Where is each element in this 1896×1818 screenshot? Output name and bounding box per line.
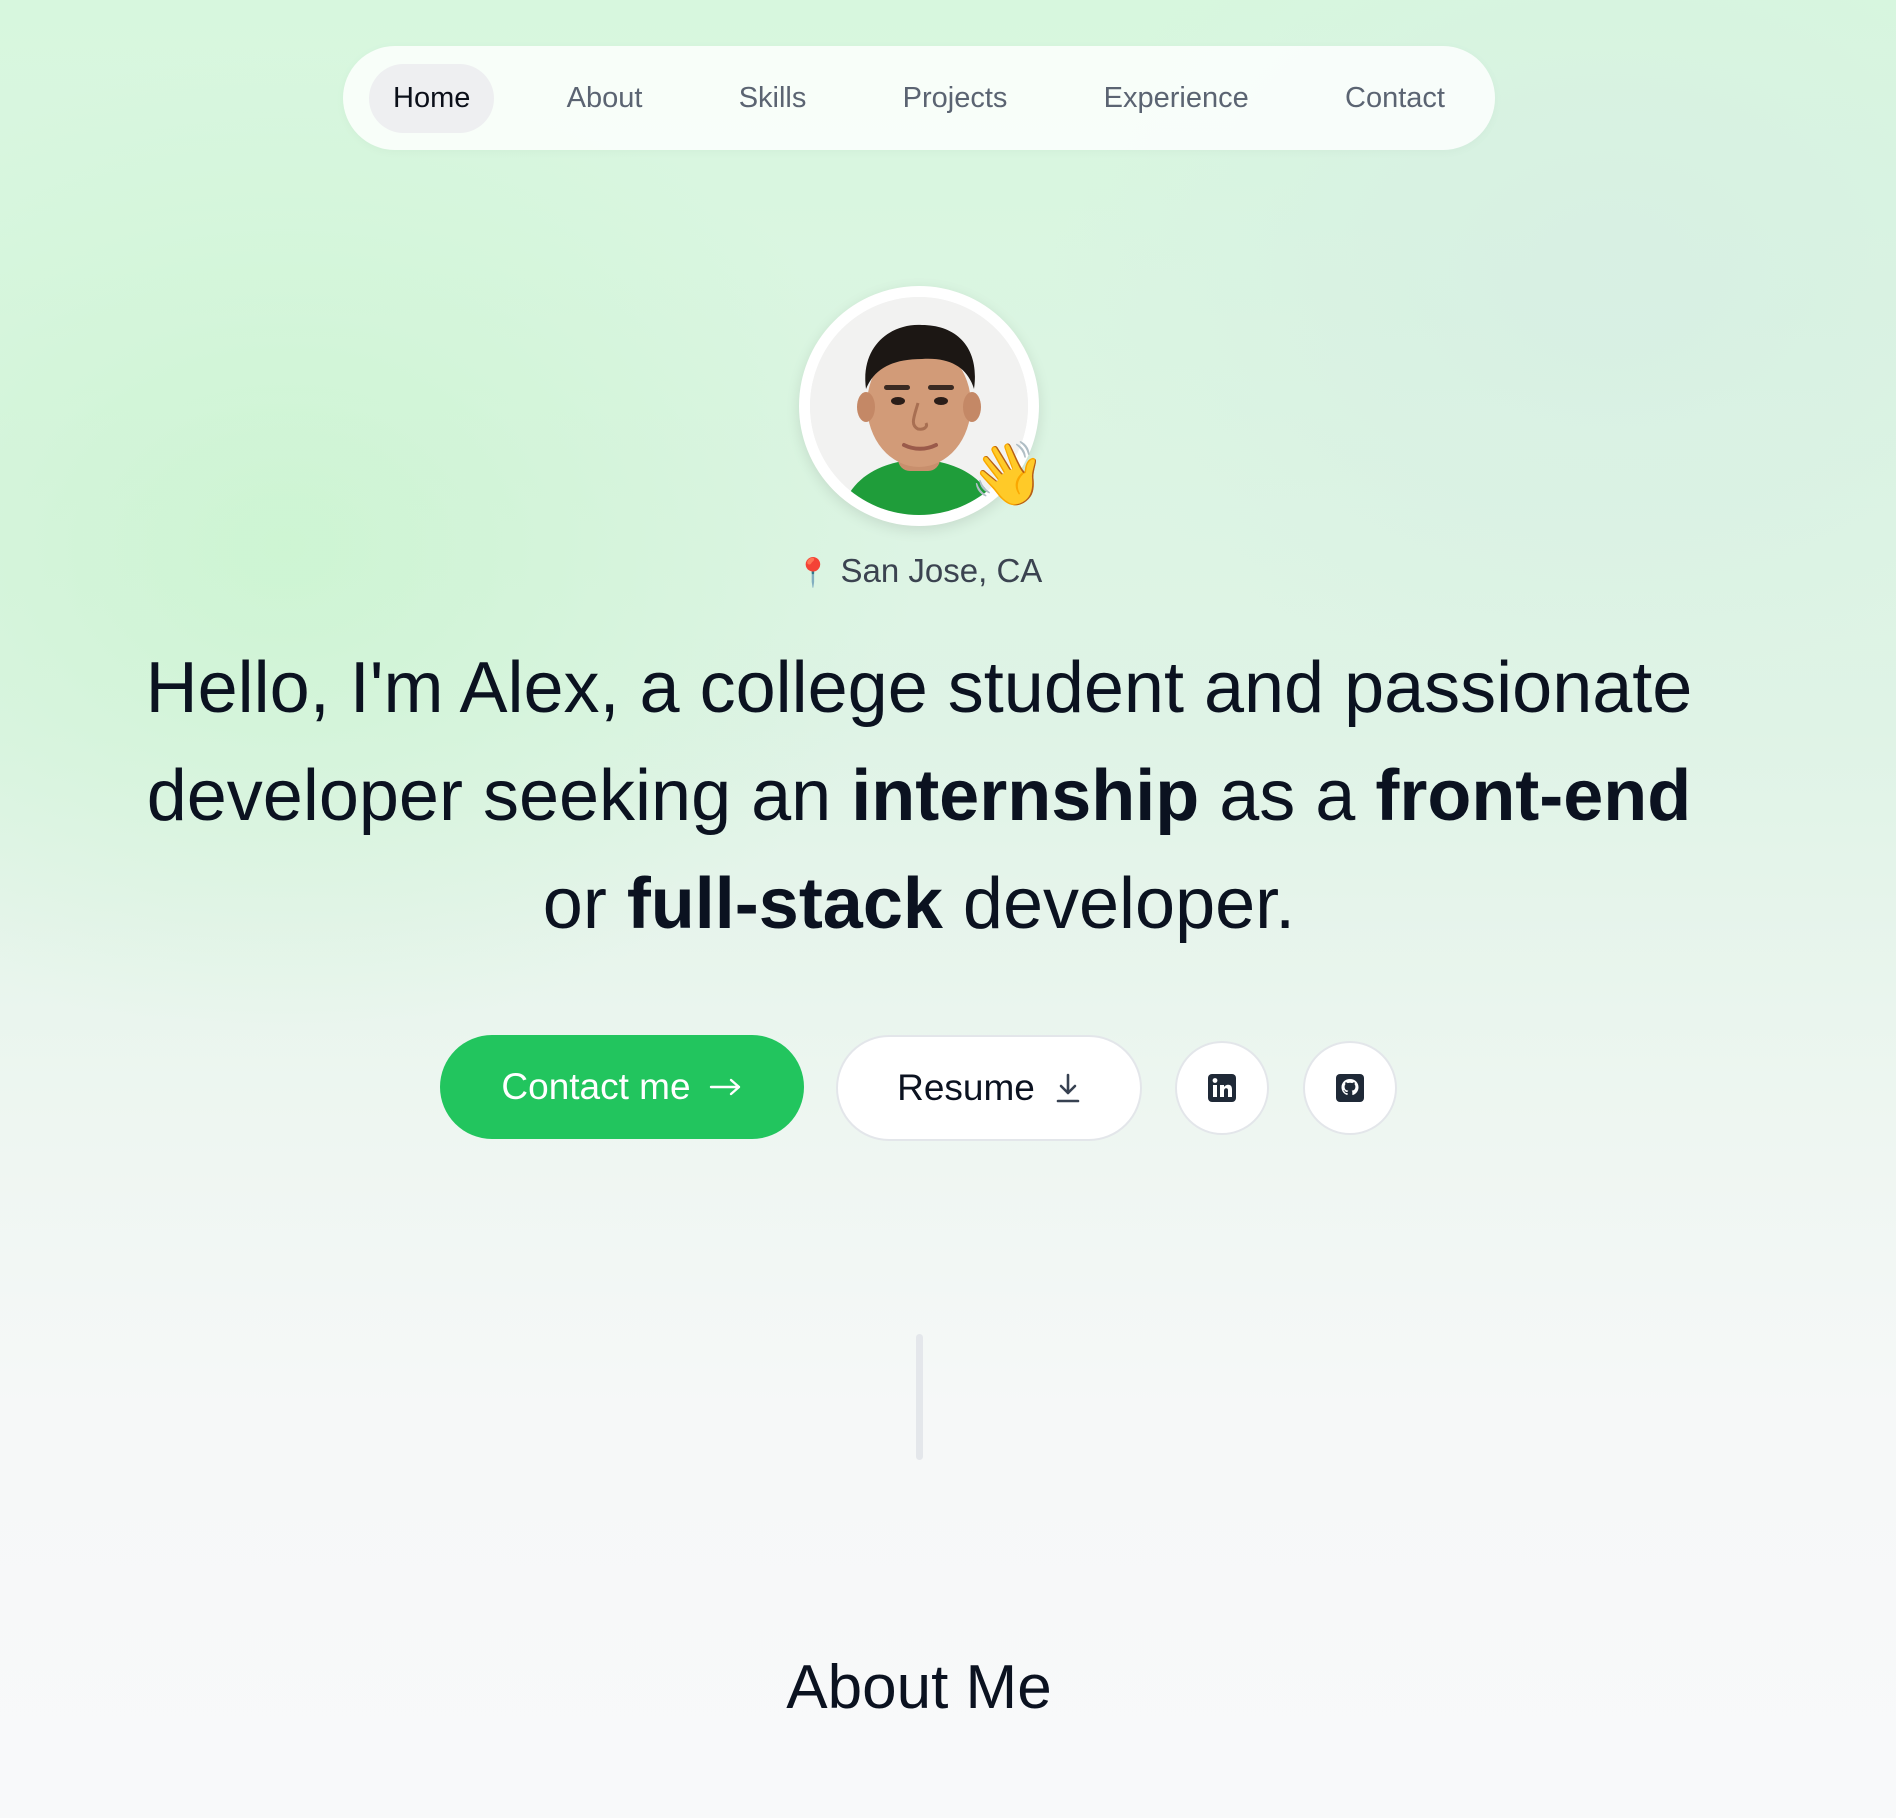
linkedin-button[interactable] (1175, 1041, 1269, 1135)
hero-headline: Hello, I'm Alex, a college student and p… (119, 634, 1719, 958)
headline-bold-full-stack: full-stack (626, 864, 943, 944)
location-text: San Jose, CA (840, 552, 1043, 589)
location-pin-icon: 📍 (795, 557, 831, 588)
resume-label: Resume (897, 1067, 1035, 1108)
headline-text-2: as a (1199, 756, 1376, 836)
download-icon (1056, 1073, 1080, 1103)
linkedin-icon (1208, 1074, 1236, 1102)
contact-me-label: Contact me (501, 1066, 691, 1107)
github-icon (1336, 1074, 1364, 1102)
resume-button[interactable]: Resume (836, 1035, 1142, 1141)
headline-bold-front-end: front-end (1375, 756, 1692, 836)
location: 📍 San Jose, CA (0, 552, 1838, 590)
avatar-container: 👋 (799, 286, 1046, 526)
arrow-right-icon (709, 1078, 740, 1096)
nav-item-projects[interactable]: Projects (879, 64, 1032, 133)
nav-item-home[interactable]: Home (369, 63, 495, 133)
nav-item-skills[interactable]: Skills (715, 64, 831, 133)
headline-bold-internship: internship (851, 756, 1200, 836)
wave-icon: 👋 (969, 440, 1047, 509)
scroll-indicator (916, 1334, 923, 1460)
github-button[interactable] (1303, 1041, 1397, 1135)
nav-item-experience[interactable]: Experience (1080, 64, 1273, 133)
headline-text-3: or (542, 864, 627, 944)
nav-item-contact[interactable]: Contact (1321, 64, 1469, 133)
nav-item-about[interactable]: About (543, 64, 667, 133)
main-nav: Home About Skills Projects Experience Co… (343, 46, 1495, 150)
contact-me-button[interactable]: Contact me (440, 1035, 804, 1139)
about-section-title: About Me (786, 1653, 1052, 1722)
headline-text-4: developer. (942, 864, 1296, 944)
hero-actions: Contact me Resume (0, 1035, 1838, 1141)
